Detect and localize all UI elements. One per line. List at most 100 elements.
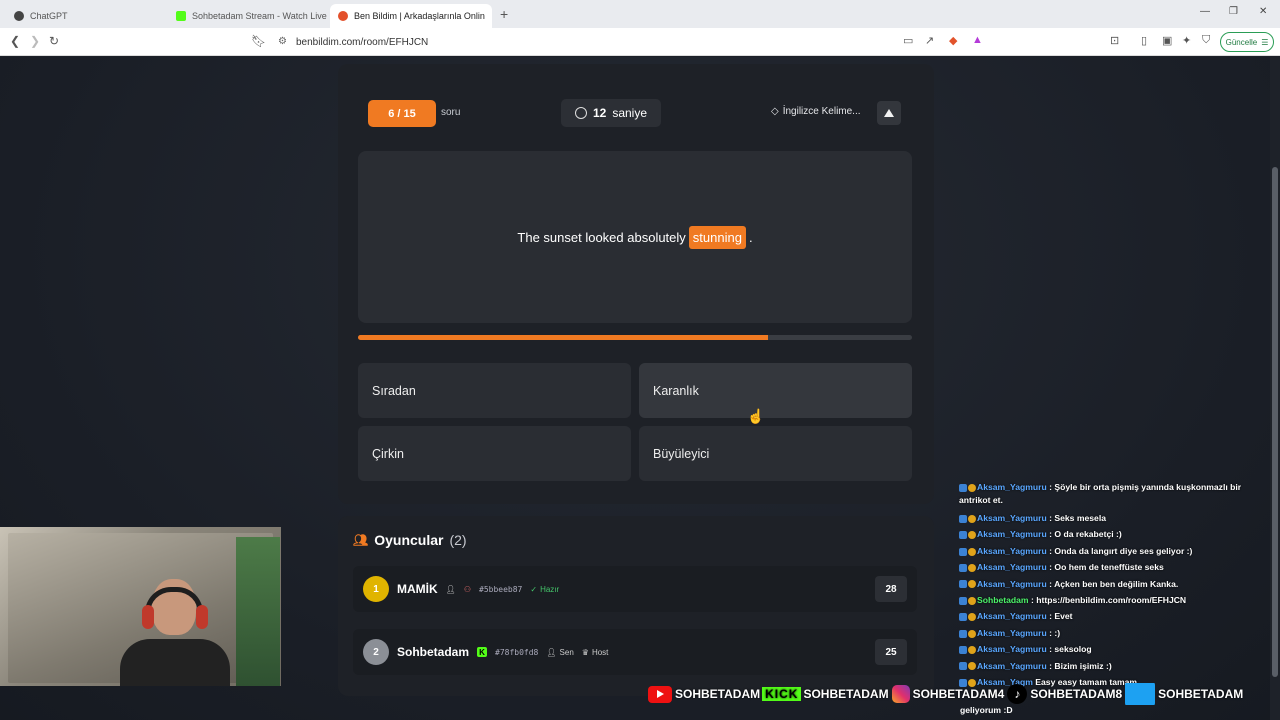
wallet-icon[interactable]: ▣: [1162, 34, 1172, 47]
chat-username: Aksam_Yagmuru: [977, 611, 1047, 622]
answer-option-4[interactable]: Büyüleyici: [639, 426, 912, 481]
leo-ai-icon[interactable]: ✦: [1182, 34, 1191, 47]
close-window-button[interactable]: ✕: [1259, 6, 1267, 17]
hand-cursor-icon: ☝: [747, 408, 765, 424]
sentence-after: .: [748, 229, 753, 245]
chat-username: Aksam_Yagmuru: [977, 660, 1047, 671]
back-icon[interactable]: ❮: [10, 34, 20, 48]
player-id: #78fb0fd8: [495, 647, 539, 657]
tab-search-icon[interactable]: ⊡: [1110, 34, 1119, 47]
headphone-ear-right: [196, 605, 208, 629]
user-badge-icon: [968, 483, 976, 492]
tab-benbildim[interactable]: Ben Bildim | Arkadaşlarınla Onlin ✕: [330, 4, 492, 28]
tab-kick[interactable]: Sohbetadam Stream - Watch Live on: [168, 4, 328, 28]
answer-option-2[interactable]: Karanlık: [639, 363, 912, 418]
player-row: 1 MAMİK 👤︎ ⚇ #5bbeeb87 ✓ Hazır 28: [353, 566, 917, 612]
twitter-handle: SOHBETADAM: [1158, 687, 1244, 701]
rank-badge: 1: [363, 576, 389, 602]
streamer-body: [120, 639, 230, 686]
answer-option-1[interactable]: Sıradan: [358, 363, 631, 418]
timer-value: 12: [592, 106, 607, 120]
progress-fill: [358, 335, 768, 340]
tiktok-handle: SOHBETADAM8: [1030, 687, 1123, 701]
page-scrollbar[interactable]: [1270, 57, 1280, 720]
time-progress-bar: [358, 335, 912, 340]
category-label: ◇ İngilizce Kelime...: [771, 106, 861, 117]
menu-icon: ☰: [1261, 37, 1269, 47]
report-button[interactable]: [877, 101, 901, 125]
tab-chatgpt[interactable]: ChatGPT: [6, 4, 166, 28]
user-badge-icon: [968, 645, 976, 654]
platform-badge-icon: [959, 662, 967, 671]
add-friend-icon[interactable]: ⚇: [464, 585, 471, 594]
players-title-text: Oyuncular: [374, 532, 444, 548]
address-bar[interactable]: ⚙ benbildim.com/room/EFHJCN: [270, 32, 990, 52]
user-badge-icon: [968, 629, 976, 638]
user-badge-icon: [968, 514, 976, 523]
chat-message: Aksam_Yagmuru : O da rekabetçi :): [959, 526, 1259, 542]
sentence-before: The sunset looked absolutely: [517, 229, 686, 245]
players-title: 👥︎ Oyuncular (2): [353, 532, 467, 548]
answer-label: Sıradan: [372, 383, 416, 398]
brave-shield-icon[interactable]: ◆: [949, 34, 957, 47]
chat-message: Aksam_Yagmuru : seksolog: [959, 641, 1259, 657]
host-text: Host: [591, 647, 609, 657]
tab-title: Ben Bildim | Arkadaşlarınla Onlin: [354, 11, 485, 21]
user-badge-icon: [968, 531, 976, 540]
answer-option-3[interactable]: Çirkin: [358, 426, 631, 481]
warning-icon: [884, 109, 894, 117]
chat-text: : Açken ben ben değilim Kanka.: [1049, 578, 1179, 589]
vpn-icon[interactable]: ⛉: [1202, 34, 1210, 47]
platform-badge-icon: [959, 563, 967, 572]
platform-badge-icon: [959, 514, 967, 523]
platform-badge-icon: [959, 629, 967, 638]
user-badge-icon: [968, 662, 976, 671]
reload-icon[interactable]: ↻: [49, 34, 59, 48]
chat-username: Aksam_Yagmuru: [977, 578, 1047, 589]
chat-text: : :): [1049, 627, 1061, 638]
new-tab-button[interactable]: +: [500, 6, 508, 22]
you-badge: 👤︎ Sen: [546, 648, 573, 657]
platform-badge-icon: [959, 580, 967, 589]
chat-text: : https://benbildim.com/room/EFHJCN: [1030, 595, 1187, 606]
tag-icon: ◇: [771, 106, 779, 117]
status-text: Hazır: [540, 584, 560, 594]
benbildim-icon: [338, 11, 348, 21]
instagram-handle: SOHBETADAM4: [912, 687, 1005, 701]
chat-message: Sohbetadam : https://benbildim.com/room/…: [959, 592, 1259, 608]
browser-tab-bar: ChatGPT Sohbetadam Stream - Watch Live o…: [0, 0, 1280, 28]
minimize-button[interactable]: —: [1200, 6, 1210, 17]
forward-icon[interactable]: ❯: [30, 34, 40, 48]
user-icon: 👤︎: [445, 584, 456, 594]
webcam-overlay: [0, 527, 281, 686]
scrollbar-thumb[interactable]: [1272, 167, 1278, 677]
clock-icon: [574, 107, 587, 119]
you-text: Sen: [559, 647, 574, 657]
kick-logo: KICK: [762, 687, 802, 701]
chat-username: Aksam_Yagmuru: [977, 513, 1047, 523]
chat-username: Aksam_Yagmuru: [977, 644, 1047, 655]
update-button[interactable]: Güncelle ☰: [1220, 32, 1274, 52]
cast-icon[interactable]: ▭: [903, 34, 913, 47]
chat-message: Aksam_Yagmuru : Oo hem de teneffüste sek…: [959, 559, 1259, 575]
platform-badge-icon: [959, 613, 967, 622]
share-icon[interactable]: ↗: [925, 34, 934, 47]
players-count: (2): [449, 532, 467, 548]
ready-status: ✓ Hazır: [530, 585, 559, 594]
player-id: #5bbeeb87: [479, 584, 523, 594]
user-badge-icon: [968, 596, 976, 605]
restore-button[interactable]: ❐: [1229, 6, 1238, 17]
chat-last-line: geliyorum :D: [960, 705, 1013, 715]
chat-text: : Evet: [1049, 611, 1073, 622]
kick-icon: K: [477, 647, 488, 657]
close-tab-icon[interactable]: ✕: [491, 10, 492, 23]
browser-toolbar: ❮ ❯ ↻ 🔖︎ ⚙ benbildim.com/room/EFHJCN ▭ ↗…: [0, 28, 1280, 56]
twitter-icon: [1125, 683, 1156, 705]
timer-unit: saniye: [612, 106, 648, 120]
chat-text: : seksolog: [1049, 644, 1092, 655]
bookmark-icon[interactable]: 🔖︎: [251, 34, 266, 48]
site-info-icon[interactable]: ⚙: [278, 36, 287, 47]
sidebar-icon[interactable]: ▯: [1141, 34, 1147, 47]
tiktok-icon: ♪: [1007, 684, 1028, 704]
brave-rewards-icon[interactable]: ▲: [972, 34, 983, 46]
